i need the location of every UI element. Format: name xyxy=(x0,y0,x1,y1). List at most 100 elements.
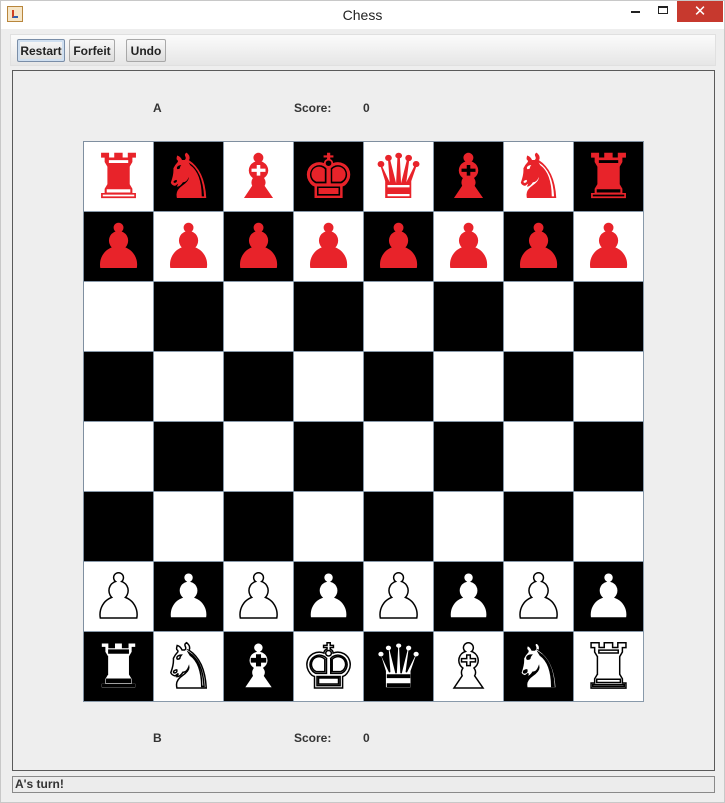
square-b2[interactable]: ♟ xyxy=(154,560,224,632)
square-a7[interactable]: ♟ xyxy=(84,211,154,282)
square-a2[interactable]: ♟ xyxy=(84,560,154,632)
square-d2[interactable]: ♟ xyxy=(294,560,364,632)
white-bishop-icon[interactable]: ♝ xyxy=(440,630,497,702)
white-pawn-icon[interactable]: ♟ xyxy=(90,560,147,632)
square-d3[interactable] xyxy=(294,492,364,562)
red-pawn-icon[interactable]: ♟ xyxy=(91,211,147,282)
square-b4[interactable] xyxy=(154,422,224,492)
white-knight-icon[interactable]: ♞ xyxy=(160,630,217,702)
undo-button[interactable]: Undo xyxy=(126,39,166,62)
square-d4[interactable] xyxy=(294,422,364,492)
white-pawn-icon[interactable]: ♟ xyxy=(230,560,287,632)
square-d8[interactable]: ♚ xyxy=(294,141,364,212)
square-e2[interactable]: ♟ xyxy=(364,560,434,632)
square-e3[interactable] xyxy=(364,492,434,562)
square-d7[interactable]: ♟ xyxy=(294,211,364,282)
red-pawn-icon[interactable]: ♟ xyxy=(581,211,637,282)
square-e6[interactable] xyxy=(364,282,434,352)
square-b3[interactable] xyxy=(154,492,224,562)
square-e4[interactable] xyxy=(364,422,434,492)
white-pawn-icon[interactable]: ♟ xyxy=(440,560,497,632)
square-e7[interactable]: ♟ xyxy=(364,211,434,282)
square-g4[interactable] xyxy=(504,422,574,492)
square-f8[interactable]: ♝ xyxy=(434,141,504,212)
square-g2[interactable]: ♟ xyxy=(504,560,574,632)
red-pawn-icon[interactable]: ♟ xyxy=(511,211,567,282)
square-e1[interactable]: ♛ xyxy=(364,630,434,702)
square-d6[interactable] xyxy=(294,282,364,352)
red-bishop-icon[interactable]: ♝ xyxy=(231,141,287,212)
square-c3[interactable] xyxy=(224,492,294,562)
square-c4[interactable] xyxy=(224,422,294,492)
square-f1[interactable]: ♝ xyxy=(434,630,504,702)
square-g3[interactable] xyxy=(504,492,574,562)
square-c2[interactable]: ♟ xyxy=(224,560,294,632)
square-b8[interactable]: ♞ xyxy=(154,141,224,212)
square-a6[interactable] xyxy=(84,282,154,352)
white-rook-icon[interactable]: ♜ xyxy=(580,630,637,702)
square-b7[interactable]: ♟ xyxy=(154,211,224,282)
restart-button[interactable]: Restart xyxy=(17,39,65,62)
red-knight-icon[interactable]: ♞ xyxy=(161,141,217,212)
red-pawn-icon[interactable]: ♟ xyxy=(301,211,357,282)
red-knight-icon[interactable]: ♞ xyxy=(511,141,567,212)
square-c8[interactable]: ♝ xyxy=(224,141,294,212)
square-d1[interactable]: ♚ xyxy=(294,630,364,702)
square-a3[interactable] xyxy=(84,492,154,562)
square-b5[interactable] xyxy=(154,352,224,422)
square-c6[interactable] xyxy=(224,282,294,352)
square-f2[interactable]: ♟ xyxy=(434,560,504,632)
square-h7[interactable]: ♟ xyxy=(574,211,644,282)
square-f3[interactable] xyxy=(434,492,504,562)
red-rook-icon[interactable]: ♜ xyxy=(581,141,637,212)
square-e5[interactable] xyxy=(364,352,434,422)
square-h2[interactable]: ♟ xyxy=(574,560,644,632)
square-f7[interactable]: ♟ xyxy=(434,211,504,282)
square-c7[interactable]: ♟ xyxy=(224,211,294,282)
red-rook-icon[interactable]: ♜ xyxy=(91,141,147,212)
square-c5[interactable] xyxy=(224,352,294,422)
square-b1[interactable]: ♞ xyxy=(154,630,224,702)
white-pawn-icon[interactable]: ♟ xyxy=(160,560,217,632)
square-a5[interactable] xyxy=(84,352,154,422)
square-h3[interactable] xyxy=(574,492,644,562)
square-a8[interactable]: ♜ xyxy=(84,141,154,212)
square-h8[interactable]: ♜ xyxy=(574,141,644,212)
square-g6[interactable] xyxy=(504,282,574,352)
square-h1[interactable]: ♜ xyxy=(574,630,644,702)
square-a4[interactable] xyxy=(84,422,154,492)
red-king-icon[interactable]: ♚ xyxy=(301,141,357,212)
square-a1[interactable]: ♜ xyxy=(84,630,154,702)
close-icon[interactable]: ✕ xyxy=(677,1,723,22)
minimize-icon[interactable] xyxy=(621,1,649,22)
square-f6[interactable] xyxy=(434,282,504,352)
square-d5[interactable] xyxy=(294,352,364,422)
square-h5[interactable] xyxy=(574,352,644,422)
forfeit-button[interactable]: Forfeit xyxy=(69,39,115,62)
white-rook-icon[interactable]: ♜ xyxy=(90,630,147,702)
square-h4[interactable] xyxy=(574,422,644,492)
white-bishop-icon[interactable]: ♝ xyxy=(230,630,287,702)
red-pawn-icon[interactable]: ♟ xyxy=(161,211,217,282)
white-pawn-icon[interactable]: ♟ xyxy=(300,560,357,632)
square-g8[interactable]: ♞ xyxy=(504,141,574,212)
square-f5[interactable] xyxy=(434,352,504,422)
title-bar[interactable]: Chess ✕ xyxy=(1,1,724,29)
square-f4[interactable] xyxy=(434,422,504,492)
white-pawn-icon[interactable]: ♟ xyxy=(580,560,637,632)
square-g5[interactable] xyxy=(504,352,574,422)
square-c1[interactable]: ♝ xyxy=(224,630,294,702)
red-pawn-icon[interactable]: ♟ xyxy=(371,211,427,282)
red-pawn-icon[interactable]: ♟ xyxy=(231,211,287,282)
square-g7[interactable]: ♟ xyxy=(504,211,574,282)
square-g1[interactable]: ♞ xyxy=(504,630,574,702)
square-b6[interactable] xyxy=(154,282,224,352)
red-pawn-icon[interactable]: ♟ xyxy=(441,211,497,282)
white-queen-icon[interactable]: ♛ xyxy=(370,630,427,702)
red-queen-icon[interactable]: ♛ xyxy=(371,141,427,212)
red-bishop-icon[interactable]: ♝ xyxy=(441,141,497,212)
maximize-icon[interactable] xyxy=(649,1,677,22)
white-knight-icon[interactable]: ♞ xyxy=(510,630,567,702)
white-pawn-icon[interactable]: ♟ xyxy=(370,560,427,632)
square-h6[interactable] xyxy=(574,282,644,352)
